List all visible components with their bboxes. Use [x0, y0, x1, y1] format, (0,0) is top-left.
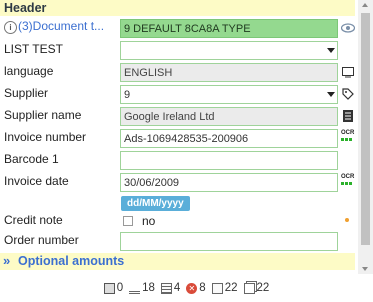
language-field: ENGLISH	[120, 63, 338, 82]
optional-amounts-toggle[interactable]: » Optional amounts	[0, 253, 355, 270]
stat-stack[interactable]: 18	[129, 282, 155, 294]
form-panel: Header i (3)Document t... 9 DEFAULT 8CA8…	[0, 0, 358, 274]
stat-list[interactable]: 4	[160, 282, 180, 294]
stat-documents[interactable]: 22	[211, 282, 238, 294]
ocr-icon[interactable]: OCR	[341, 174, 355, 185]
stat-documents-all[interactable]: 22	[243, 282, 269, 294]
stat-errors[interactable]: ✕ 8	[186, 282, 206, 294]
order-number-input[interactable]	[120, 232, 338, 251]
list-icon[interactable]	[341, 109, 355, 123]
invoice-number-label: Invoice number	[4, 130, 87, 144]
invoice-date-label: Invoice date	[4, 174, 69, 188]
scroll-thumb[interactable]	[361, 13, 370, 245]
language-label: language	[4, 64, 54, 78]
tag-icon[interactable]	[341, 87, 355, 101]
supplier-select[interactable]: 9	[120, 85, 338, 104]
scroll-up-arrow-icon[interactable]	[362, 3, 368, 7]
ocr-icon[interactable]: OCR	[341, 130, 355, 141]
header-section: Header	[0, 0, 355, 16]
supplier-name-label: Supplier name	[4, 108, 82, 122]
supplier-name-field: Google Ireland Ltd	[120, 107, 338, 126]
chevron-down-icon	[327, 92, 335, 97]
eye-icon[interactable]	[341, 21, 355, 35]
document-type-field[interactable]: 9 DEFAULT 8CA8A TYPE	[120, 19, 338, 38]
optional-amounts-title: Optional amounts	[18, 254, 125, 268]
vertical-scrollbar[interactable]	[358, 0, 373, 274]
document-icon	[211, 282, 223, 294]
header-title: Header	[4, 1, 47, 15]
list-icon	[160, 282, 172, 294]
stack-icon	[129, 283, 141, 294]
date-format-hint: dd/MM/yyyy	[121, 196, 190, 211]
barcode-input[interactable]	[120, 151, 338, 170]
supplier-label: Supplier	[4, 86, 49, 100]
invoice-date-input[interactable]: 30/06/2009	[120, 173, 338, 192]
page-view-icon	[103, 282, 115, 294]
order-number-label: Order number	[4, 233, 79, 247]
info-icon[interactable]: i	[4, 21, 17, 34]
credit-note-label: Credit note	[4, 213, 63, 227]
list-test-label: LIST TEST	[4, 42, 63, 56]
document-type-label[interactable]: (3)Document t...	[18, 19, 104, 33]
chevron-down-icon	[327, 48, 335, 53]
scroll-down-arrow-icon[interactable]	[362, 267, 368, 271]
credit-note-checkbox[interactable]	[123, 216, 133, 226]
barcode-label: Barcode 1	[4, 152, 59, 166]
screen-icon[interactable]	[341, 65, 355, 79]
dot-icon	[345, 218, 349, 222]
documents-icon	[243, 282, 255, 294]
double-chevron-icon: »	[3, 253, 11, 268]
error-icon: ✕	[186, 282, 198, 294]
stat-pages[interactable]: 0	[103, 282, 123, 294]
invoice-number-input[interactable]: Ads-1069428535-200906	[120, 129, 338, 148]
list-test-select[interactable]	[120, 41, 338, 60]
credit-note-option-label: no	[142, 214, 156, 228]
status-bar: 0 18 4 ✕ 8 22 22	[0, 274, 373, 302]
